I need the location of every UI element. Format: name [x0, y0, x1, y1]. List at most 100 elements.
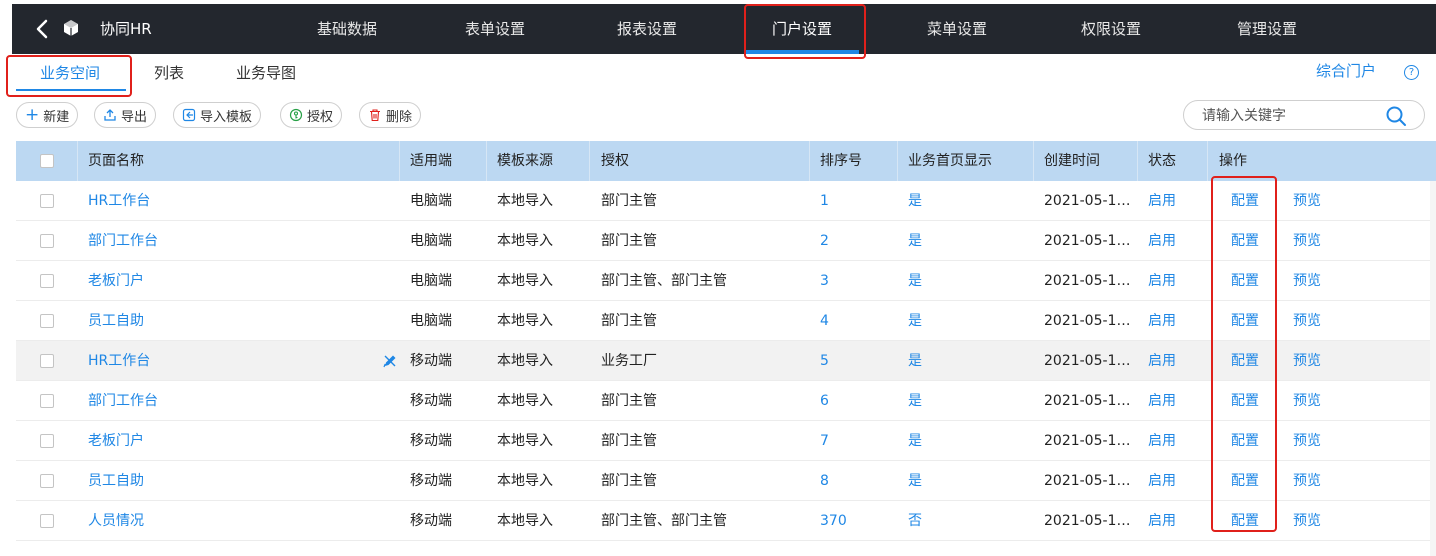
- table-row[interactable]: HR工作台 移动端 本地导入 业务工厂 5 是 2021-05-1… 启用 配置…: [16, 341, 1436, 381]
- row-checkbox[interactable]: [40, 274, 54, 288]
- nav-item-report-settings[interactable]: 报表设置: [592, 4, 702, 54]
- nav-item-basic-data[interactable]: 基础数据: [292, 4, 402, 54]
- page-name-link[interactable]: HR工作台: [88, 341, 150, 381]
- nav-item-management-settings[interactable]: 管理设置: [1212, 4, 1322, 54]
- config-link[interactable]: 配置: [1231, 301, 1259, 341]
- column-header-template-source[interactable]: 模板来源: [497, 141, 553, 181]
- portal-link[interactable]: 综合门户: [1316, 60, 1376, 81]
- column-header-page-name[interactable]: 页面名称: [88, 141, 144, 181]
- page-name-link[interactable]: 人员情况: [88, 501, 144, 541]
- home-display-cell[interactable]: 是: [908, 181, 922, 221]
- row-checkbox[interactable]: [40, 314, 54, 328]
- search-input[interactable]: [1202, 106, 1382, 126]
- status-cell[interactable]: 启用: [1148, 221, 1176, 261]
- row-checkbox[interactable]: [40, 194, 54, 208]
- tab-business-space[interactable]: 业务空间: [40, 60, 100, 86]
- row-checkbox[interactable]: [40, 354, 54, 368]
- config-link[interactable]: 配置: [1231, 381, 1259, 421]
- table-scrollbar[interactable]: [1430, 181, 1436, 556]
- status-cell[interactable]: 启用: [1148, 301, 1176, 341]
- status-cell[interactable]: 启用: [1148, 381, 1176, 421]
- status-cell[interactable]: 启用: [1148, 181, 1176, 221]
- row-checkbox[interactable]: [40, 514, 54, 528]
- help-icon[interactable]: ?: [1404, 65, 1419, 80]
- table-row[interactable]: 老板门户 移动端 本地导入 部门主管 7 是 2021-05-1… 启用 配置 …: [16, 421, 1436, 461]
- home-display-cell[interactable]: 否: [908, 501, 922, 541]
- status-cell[interactable]: 启用: [1148, 261, 1176, 301]
- preview-link[interactable]: 预览: [1293, 381, 1321, 421]
- config-link[interactable]: 配置: [1231, 261, 1259, 301]
- order-cell[interactable]: 5: [820, 341, 829, 381]
- column-header-order[interactable]: 排序号: [820, 141, 862, 181]
- row-checkbox[interactable]: [40, 394, 54, 408]
- authorize-button[interactable]: 授权: [280, 102, 343, 128]
- preview-link[interactable]: 预览: [1293, 421, 1321, 461]
- status-cell[interactable]: 启用: [1148, 501, 1176, 541]
- preview-link[interactable]: 预览: [1293, 301, 1321, 341]
- tab-list[interactable]: 列表: [154, 60, 184, 86]
- order-cell[interactable]: 2: [820, 221, 829, 261]
- order-cell[interactable]: 370: [820, 501, 847, 541]
- page-name-link[interactable]: 老板门户: [88, 421, 144, 461]
- page-name-link[interactable]: 部门工作台: [88, 381, 158, 421]
- new-button[interactable]: + 新建: [16, 102, 79, 128]
- nav-item-menu-settings[interactable]: 菜单设置: [902, 4, 1012, 54]
- order-cell[interactable]: 4: [820, 301, 829, 341]
- column-header-authorization[interactable]: 授权: [601, 141, 629, 181]
- table-row[interactable]: 员工自助 电脑端 本地导入 部门主管 4 是 2021-05-1… 启用 配置 …: [16, 301, 1436, 341]
- status-cell[interactable]: 启用: [1148, 421, 1176, 461]
- delete-button[interactable]: 删除: [359, 102, 422, 128]
- table-row[interactable]: 老板门户 电脑端 本地导入 部门主管、部门主管 3 是 2021-05-1… 启…: [16, 261, 1436, 301]
- config-link[interactable]: 配置: [1231, 421, 1259, 461]
- preview-link[interactable]: 预览: [1293, 221, 1321, 261]
- preview-link[interactable]: 预览: [1293, 181, 1321, 221]
- order-cell[interactable]: 3: [820, 261, 829, 301]
- table-row[interactable]: 部门工作台 移动端 本地导入 部门主管 6 是 2021-05-1… 启用 配置…: [16, 381, 1436, 421]
- home-display-cell[interactable]: 是: [908, 461, 922, 501]
- status-cell[interactable]: 启用: [1148, 461, 1176, 501]
- home-display-cell[interactable]: 是: [908, 341, 922, 381]
- preview-link[interactable]: 预览: [1293, 461, 1321, 501]
- search-icon[interactable]: [1384, 104, 1408, 128]
- config-link[interactable]: 配置: [1231, 501, 1259, 541]
- config-link[interactable]: 配置: [1231, 461, 1259, 501]
- page-name-link[interactable]: 员工自助: [88, 301, 144, 341]
- column-header-home-display[interactable]: 业务首页显示: [908, 141, 992, 181]
- table-row[interactable]: HR工作台 电脑端 本地导入 部门主管 1 是 2021-05-1… 启用 配置…: [16, 181, 1436, 221]
- order-cell[interactable]: 1: [820, 181, 829, 221]
- table-row[interactable]: 员工自助 移动端 本地导入 部门主管 8 是 2021-05-1… 启用 配置 …: [16, 461, 1436, 501]
- config-link[interactable]: 配置: [1231, 181, 1259, 221]
- nav-item-permission-settings[interactable]: 权限设置: [1056, 4, 1166, 54]
- home-display-cell[interactable]: 是: [908, 261, 922, 301]
- home-display-cell[interactable]: 是: [908, 421, 922, 461]
- page-name-link[interactable]: 部门工作台: [88, 221, 158, 261]
- table-row[interactable]: 部门工作台 电脑端 本地导入 部门主管 2 是 2021-05-1… 启用 配置…: [16, 221, 1436, 261]
- preview-link[interactable]: 预览: [1293, 341, 1321, 381]
- row-checkbox[interactable]: [40, 474, 54, 488]
- home-display-cell[interactable]: 是: [908, 301, 922, 341]
- preview-link[interactable]: 预览: [1293, 501, 1321, 541]
- config-link[interactable]: 配置: [1231, 341, 1259, 381]
- page-name-link[interactable]: HR工作台: [88, 181, 150, 221]
- order-cell[interactable]: 8: [820, 461, 829, 501]
- row-checkbox[interactable]: [40, 434, 54, 448]
- status-cell[interactable]: 启用: [1148, 341, 1176, 381]
- config-link[interactable]: 配置: [1231, 221, 1259, 261]
- row-checkbox[interactable]: [40, 234, 54, 248]
- preview-link[interactable]: 预览: [1293, 261, 1321, 301]
- edit-pencil-icon[interactable]: [382, 353, 398, 369]
- order-cell[interactable]: 6: [820, 381, 829, 421]
- import-template-button[interactable]: 导入模板: [173, 102, 262, 128]
- column-header-created-time[interactable]: 创建时间: [1044, 141, 1100, 181]
- home-display-cell[interactable]: 是: [908, 381, 922, 421]
- select-all-checkbox[interactable]: [40, 154, 54, 168]
- page-name-link[interactable]: 员工自助: [88, 461, 144, 501]
- column-header-terminal[interactable]: 适用端: [410, 141, 452, 181]
- nav-item-portal-settings[interactable]: 门户设置: [745, 4, 859, 54]
- order-cell[interactable]: 7: [820, 421, 829, 461]
- tab-business-map[interactable]: 业务导图: [236, 60, 296, 86]
- column-header-status[interactable]: 状态: [1148, 141, 1176, 181]
- home-display-cell[interactable]: 是: [908, 221, 922, 261]
- export-button[interactable]: 导出: [94, 102, 157, 128]
- table-row[interactable]: 人员情况 移动端 本地导入 部门主管、部门主管 370 否 2021-05-1……: [16, 501, 1436, 541]
